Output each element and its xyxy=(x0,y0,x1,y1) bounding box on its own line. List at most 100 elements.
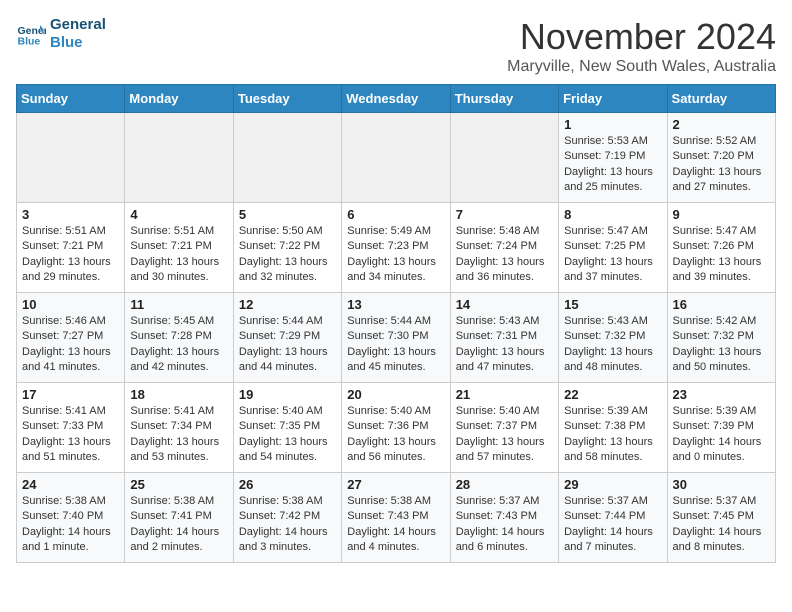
day-info: Sunrise: 5:45 AM Sunset: 7:28 PM Dayligh… xyxy=(130,314,227,376)
day-number: 9 xyxy=(673,207,770,222)
calendar-cell: 14Sunrise: 5:43 AM Sunset: 7:31 PM Dayli… xyxy=(450,293,558,383)
calendar-table: SundayMondayTuesdayWednesdayThursdayFrid… xyxy=(16,84,776,563)
calendar-cell: 21Sunrise: 5:40 AM Sunset: 7:37 PM Dayli… xyxy=(450,383,558,473)
day-number: 10 xyxy=(22,297,119,312)
header-monday: Monday xyxy=(125,85,233,113)
day-number: 4 xyxy=(130,207,227,222)
week-row-2: 3Sunrise: 5:51 AM Sunset: 7:21 PM Daylig… xyxy=(17,203,776,293)
day-info: Sunrise: 5:40 AM Sunset: 7:36 PM Dayligh… xyxy=(347,404,444,466)
day-number: 22 xyxy=(564,387,661,402)
calendar-cell: 23Sunrise: 5:39 AM Sunset: 7:39 PM Dayli… xyxy=(667,383,775,473)
day-info: Sunrise: 5:40 AM Sunset: 7:37 PM Dayligh… xyxy=(456,404,553,466)
day-info: Sunrise: 5:38 AM Sunset: 7:43 PM Dayligh… xyxy=(347,494,444,556)
calendar-cell: 2 Sunrise: 5:52 AM Sunset: 7:20 PM Daylig… xyxy=(667,113,775,203)
calendar-cell: 3Sunrise: 5:51 AM Sunset: 7:21 PM Daylig… xyxy=(17,203,125,293)
logo-icon: General Blue xyxy=(16,19,46,49)
calendar-cell: 8Sunrise: 5:47 AM Sunset: 7:25 PM Daylig… xyxy=(559,203,667,293)
day-info: Sunrise: 5:48 AM Sunset: 7:24 PM Dayligh… xyxy=(456,224,553,286)
week-row-1: 1 Sunrise: 5:53 AM Sunset: 7:19 PM Daylig… xyxy=(17,113,776,203)
week-row-5: 24 Sunrise: 5:38 AM Sunset: 7:40 PM Dayli… xyxy=(17,473,776,563)
page-header: General Blue General Blue November 2024 … xyxy=(16,16,776,76)
day-info: Sunrise: 5:44 AM Sunset: 7:30 PM Dayligh… xyxy=(347,314,444,376)
logo-line1: General xyxy=(50,16,106,34)
calendar-cell: 6 Sunrise: 5:49 AM Sunset: 7:23 PM Daylig… xyxy=(342,203,450,293)
calendar-cell: 26 Sunrise: 5:38 AM Sunset: 7:42 PM Dayli… xyxy=(233,473,341,563)
header-sunday: Sunday xyxy=(17,85,125,113)
calendar-cell: 18 Sunrise: 5:41 AM Sunset: 7:34 PM Dayli… xyxy=(125,383,233,473)
day-number: 7 xyxy=(456,207,553,222)
header-wednesday: Wednesday xyxy=(342,85,450,113)
day-number: 26 xyxy=(239,477,336,492)
day-info: Sunrise: 5:38 AM Sunset: 7:41 PM Dayligh… xyxy=(130,494,227,556)
calendar-cell: 13 Sunrise: 5:44 AM Sunset: 7:30 PM Dayli… xyxy=(342,293,450,383)
day-info: Sunrise: 5:44 AM Sunset: 7:29 PM Dayligh… xyxy=(239,314,336,376)
calendar-cell: 9Sunrise: 5:47 AM Sunset: 7:26 PM Daylig… xyxy=(667,203,775,293)
calendar-cell: 12 Sunrise: 5:44 AM Sunset: 7:29 PM Dayli… xyxy=(233,293,341,383)
day-info: Sunrise: 5:49 AM Sunset: 7:23 PM Dayligh… xyxy=(347,224,444,286)
calendar-cell: 25 Sunrise: 5:38 AM Sunset: 7:41 PM Dayli… xyxy=(125,473,233,563)
calendar-cell xyxy=(450,113,558,203)
day-number: 1 xyxy=(564,117,661,132)
day-info: Sunrise: 5:50 AM Sunset: 7:22 PM Dayligh… xyxy=(239,224,336,286)
header-tuesday: Tuesday xyxy=(233,85,341,113)
day-number: 17 xyxy=(22,387,119,402)
day-info: Sunrise: 5:53 AM Sunset: 7:19 PM Dayligh… xyxy=(564,134,661,196)
calendar-subtitle: Maryville, New South Wales, Australia xyxy=(507,58,776,76)
calendar-cell: 7 Sunrise: 5:48 AM Sunset: 7:24 PM Daylig… xyxy=(450,203,558,293)
day-number: 20 xyxy=(347,387,444,402)
calendar-cell: 30Sunrise: 5:37 AM Sunset: 7:45 PM Dayli… xyxy=(667,473,775,563)
day-number: 25 xyxy=(130,477,227,492)
calendar-cell: 17 Sunrise: 5:41 AM Sunset: 7:33 PM Dayli… xyxy=(17,383,125,473)
day-info: Sunrise: 5:42 AM Sunset: 7:32 PM Dayligh… xyxy=(673,314,770,376)
day-number: 23 xyxy=(673,387,770,402)
day-number: 18 xyxy=(130,387,227,402)
day-number: 19 xyxy=(239,387,336,402)
calendar-cell: 10 Sunrise: 5:46 AM Sunset: 7:27 PM Dayli… xyxy=(17,293,125,383)
day-info: Sunrise: 5:47 AM Sunset: 7:25 PM Dayligh… xyxy=(564,224,661,286)
calendar-cell xyxy=(233,113,341,203)
day-number: 12 xyxy=(239,297,336,312)
calendar-cell: 1 Sunrise: 5:53 AM Sunset: 7:19 PM Daylig… xyxy=(559,113,667,203)
title-section: November 2024 Maryville, New South Wales… xyxy=(507,16,776,76)
logo: General Blue General Blue xyxy=(16,16,106,52)
header-thursday: Thursday xyxy=(450,85,558,113)
day-info: Sunrise: 5:51 AM Sunset: 7:21 PM Dayligh… xyxy=(130,224,227,286)
day-number: 24 xyxy=(22,477,119,492)
calendar-cell: 5 Sunrise: 5:50 AM Sunset: 7:22 PM Daylig… xyxy=(233,203,341,293)
day-info: Sunrise: 5:52 AM Sunset: 7:20 PM Dayligh… xyxy=(673,134,770,196)
day-number: 11 xyxy=(130,297,227,312)
calendar-cell: 16 Sunrise: 5:42 AM Sunset: 7:32 PM Dayli… xyxy=(667,293,775,383)
header-saturday: Saturday xyxy=(667,85,775,113)
day-number: 2 xyxy=(673,117,770,132)
day-number: 5 xyxy=(239,207,336,222)
calendar-cell: 11 Sunrise: 5:45 AM Sunset: 7:28 PM Dayli… xyxy=(125,293,233,383)
day-info: Sunrise: 5:41 AM Sunset: 7:34 PM Dayligh… xyxy=(130,404,227,466)
day-number: 13 xyxy=(347,297,444,312)
day-info: Sunrise: 5:39 AM Sunset: 7:38 PM Dayligh… xyxy=(564,404,661,466)
header-friday: Friday xyxy=(559,85,667,113)
calendar-cell: 27 Sunrise: 5:38 AM Sunset: 7:43 PM Dayli… xyxy=(342,473,450,563)
day-number: 6 xyxy=(347,207,444,222)
day-info: Sunrise: 5:43 AM Sunset: 7:32 PM Dayligh… xyxy=(564,314,661,376)
calendar-cell xyxy=(342,113,450,203)
day-info: Sunrise: 5:38 AM Sunset: 7:40 PM Dayligh… xyxy=(22,494,119,556)
logo-line2: Blue xyxy=(50,34,106,52)
day-info: Sunrise: 5:41 AM Sunset: 7:33 PM Dayligh… xyxy=(22,404,119,466)
day-number: 27 xyxy=(347,477,444,492)
calendar-cell: 29Sunrise: 5:37 AM Sunset: 7:44 PM Dayli… xyxy=(559,473,667,563)
day-info: Sunrise: 5:37 AM Sunset: 7:44 PM Dayligh… xyxy=(564,494,661,556)
day-info: Sunrise: 5:38 AM Sunset: 7:42 PM Dayligh… xyxy=(239,494,336,556)
calendar-cell xyxy=(17,113,125,203)
day-number: 14 xyxy=(456,297,553,312)
day-number: 28 xyxy=(456,477,553,492)
day-number: 30 xyxy=(673,477,770,492)
svg-text:Blue: Blue xyxy=(18,36,41,48)
calendar-cell: 19Sunrise: 5:40 AM Sunset: 7:35 PM Dayli… xyxy=(233,383,341,473)
header-row: SundayMondayTuesdayWednesdayThursdayFrid… xyxy=(17,85,776,113)
day-number: 16 xyxy=(673,297,770,312)
calendar-cell: 4 Sunrise: 5:51 AM Sunset: 7:21 PM Daylig… xyxy=(125,203,233,293)
day-info: Sunrise: 5:37 AM Sunset: 7:43 PM Dayligh… xyxy=(456,494,553,556)
day-info: Sunrise: 5:46 AM Sunset: 7:27 PM Dayligh… xyxy=(22,314,119,376)
calendar-cell xyxy=(125,113,233,203)
day-info: Sunrise: 5:51 AM Sunset: 7:21 PM Dayligh… xyxy=(22,224,119,286)
